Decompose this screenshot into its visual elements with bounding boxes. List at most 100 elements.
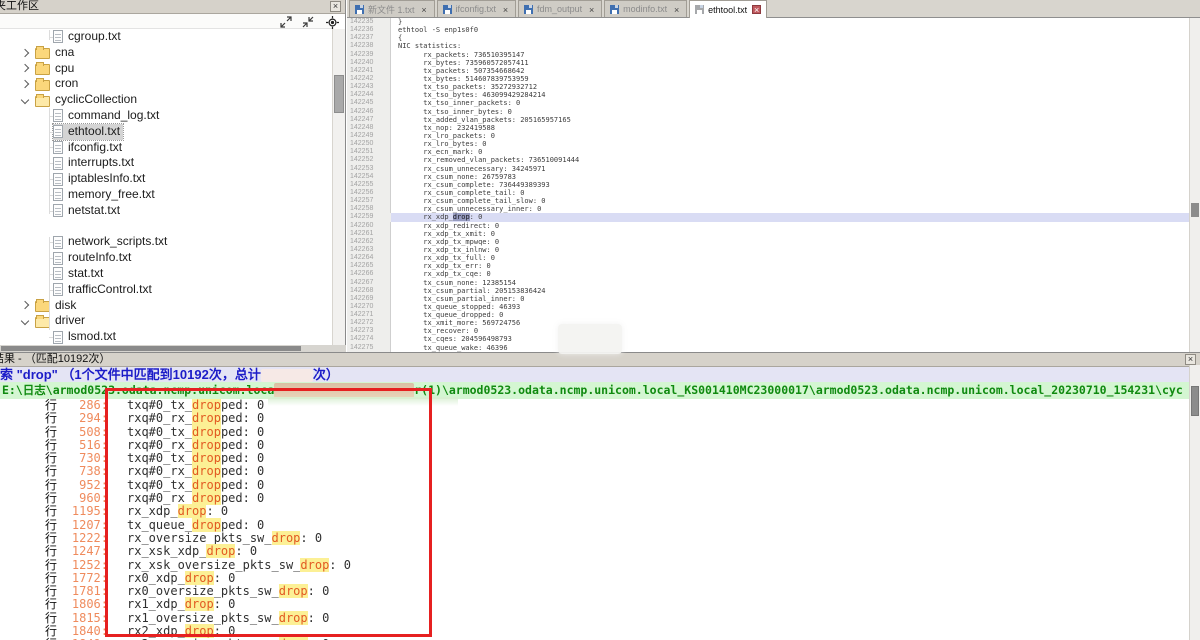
chevron-right-icon[interactable] bbox=[21, 80, 29, 88]
editor-line: 142241 tx_packets: 507354668642 bbox=[347, 67, 1189, 75]
editor-line: 142274 tx_cqes: 204596498793 bbox=[347, 335, 1189, 343]
editor-tab[interactable]: fdm_output × bbox=[518, 0, 602, 17]
chevron-down-icon[interactable] bbox=[21, 96, 29, 104]
tree-item[interactable]: cyclicCollection bbox=[0, 92, 332, 108]
result-row[interactable]: 行 1252: rx_xsk_oversize_pkts_sw_drop: 0 bbox=[0, 559, 1188, 572]
match-highlight: drop bbox=[192, 425, 221, 439]
result-row[interactable]: 行 1247: rx_xsk_xdp_drop: 0 bbox=[0, 545, 1188, 558]
close-icon[interactable]: × bbox=[752, 5, 761, 14]
scrollbar-thumb[interactable] bbox=[334, 75, 344, 113]
tree-item[interactable]: cna bbox=[0, 45, 332, 61]
result-row[interactable]: 行 294: rxq#0_rx_dropped: 0 bbox=[0, 412, 1188, 425]
result-row[interactable]: 行 730: txq#0_tx_dropped: 0 bbox=[0, 452, 1188, 465]
result-row[interactable]: 行 1772: rx0_xdp_drop: 0 bbox=[0, 572, 1188, 585]
editor-line: 142253 rx_csum_unnecessary: 34245971 bbox=[347, 165, 1189, 173]
folder-icon bbox=[35, 317, 50, 328]
scrollbar-thumb[interactable] bbox=[1191, 203, 1199, 217]
result-line-number: 516: bbox=[62, 439, 108, 452]
folder-icon bbox=[35, 301, 50, 312]
editor-tab[interactable]: ethtool.txt × bbox=[689, 0, 767, 18]
line-text: tx_tso_packets: 35272932712 bbox=[391, 83, 537, 91]
line-text: NIC statistics: bbox=[391, 42, 461, 50]
line-text: tx_csum_partial: 205153836424 bbox=[391, 287, 546, 295]
match-highlight: drop bbox=[178, 504, 207, 518]
line-text: rx_bytes: 735960572057411 bbox=[391, 59, 529, 67]
line-text: rx_csum_complete_tail_slow: 0 bbox=[391, 197, 546, 205]
result-row-prefix: 行 bbox=[45, 625, 62, 638]
result-row[interactable]: 行 1840: rx2_xdp_drop: 0 bbox=[0, 625, 1188, 638]
result-row[interactable]: 行 1781: rx0_oversize_pkts_sw_drop: 0 bbox=[0, 585, 1188, 598]
result-row[interactable]: 行 1222: rx_oversize_pkts_sw_drop: 0 bbox=[0, 532, 1188, 545]
tree-horizontal-scrollbar[interactable] bbox=[0, 345, 346, 352]
line-text: tx_tso_bytes: 463099429284214 bbox=[391, 91, 546, 99]
editor-body[interactable]: 142235 } 142236 ethtool -S enp1s0f0 1422… bbox=[347, 18, 1189, 352]
close-icon[interactable]: × bbox=[420, 5, 429, 14]
editor-vertical-scrollbar[interactable] bbox=[1189, 18, 1200, 352]
tree-item-label: netstat.txt bbox=[68, 203, 120, 219]
result-row[interactable]: 行 960: rxq#0_rx_dropped: 0 bbox=[0, 492, 1188, 505]
close-icon[interactable]: × bbox=[587, 5, 596, 14]
line-text: rx_xdp_redirect: 0 bbox=[391, 222, 499, 230]
scrollbar-thumb[interactable] bbox=[1, 346, 301, 351]
scrollbar-thumb[interactable] bbox=[1191, 386, 1199, 416]
tree-item[interactable]: cron bbox=[0, 76, 332, 92]
result-row[interactable]: 行 952: txq#0_tx_dropped: 0 bbox=[0, 479, 1188, 492]
line-text: tx_queue_wake: 46396 bbox=[391, 344, 508, 352]
close-icon[interactable]: × bbox=[330, 1, 341, 12]
result-match-text: rxq#0_rx_dropped: 0 bbox=[127, 492, 264, 505]
editor-tab[interactable]: modinfo.txt × bbox=[604, 0, 687, 17]
result-match-text: rx2_xdp_drop: 0 bbox=[127, 625, 235, 638]
close-icon[interactable]: × bbox=[1185, 354, 1196, 365]
tree-vertical-scrollbar[interactable] bbox=[332, 29, 345, 345]
editor-line: 142246 tx_tso_inner_bytes: 0 bbox=[347, 108, 1189, 116]
result-line-number: 952: bbox=[62, 479, 108, 492]
redaction-blob bbox=[261, 369, 313, 382]
editor-line: 142273 tx_recover: 0 bbox=[347, 327, 1189, 335]
close-icon[interactable]: × bbox=[501, 5, 510, 14]
line-text: { bbox=[391, 34, 402, 42]
editor-line: 142251 rx_ecn_mark: 0 bbox=[347, 148, 1189, 156]
editor-line: 142236 ethtool -S enp1s0f0 bbox=[347, 26, 1189, 34]
result-row[interactable]: 行 1195: rx_xdp_drop: 0 bbox=[0, 505, 1188, 518]
editor-line: 142267 tx_csum_none: 12385154 bbox=[347, 279, 1189, 287]
file-icon bbox=[53, 30, 63, 43]
chevron-right-icon[interactable] bbox=[21, 64, 29, 72]
line-text: tx_recover: 0 bbox=[391, 327, 478, 335]
expand-icon[interactable] bbox=[280, 16, 292, 28]
result-line-number: 508: bbox=[62, 426, 108, 439]
line-number: 142267 bbox=[347, 279, 391, 287]
result-row[interactable]: 行 286: txq#0_tx_dropped: 0 bbox=[0, 399, 1188, 412]
result-row-prefix: 行 bbox=[45, 612, 62, 625]
editor-tab[interactable]: 新文件 1.txt × bbox=[349, 0, 435, 17]
floppy-icon bbox=[695, 5, 704, 14]
collapse-icon[interactable] bbox=[302, 16, 314, 28]
line-number: 142251 bbox=[347, 148, 391, 156]
close-icon[interactable]: × bbox=[672, 5, 681, 14]
result-line-number: 1772: bbox=[62, 572, 108, 585]
tree-item[interactable]: cpu bbox=[0, 61, 332, 77]
floppy-icon bbox=[443, 5, 452, 14]
file-icon bbox=[53, 188, 63, 201]
tree-item[interactable] bbox=[0, 219, 332, 235]
editor-tab[interactable]: ifconfig.txt × bbox=[437, 0, 517, 17]
line-text: tx_csum_none: 12385154 bbox=[391, 279, 516, 287]
editor-line: 142262 rx_xdp_tx_mpwqe: 0 bbox=[347, 238, 1189, 246]
locate-icon[interactable] bbox=[326, 16, 339, 29]
result-row[interactable]: 行 1806: rx1_xdp_drop: 0 bbox=[0, 598, 1188, 611]
result-file-path[interactable]: E:\日志\armod0523.odata.ncmp.unicom.locar(… bbox=[0, 382, 1200, 399]
result-row[interactable]: 行 516: rxq#0_rx_dropped: 0 bbox=[0, 439, 1188, 452]
chevron-down-icon[interactable] bbox=[21, 317, 29, 325]
result-row[interactable]: 行 1815: rx1_oversize_pkts_sw_drop: 0 bbox=[0, 612, 1188, 625]
result-row[interactable]: 行 738: rxq#0_rx_dropped: 0 bbox=[0, 465, 1188, 478]
chevron-right-icon[interactable] bbox=[21, 48, 29, 56]
tree-item[interactable]: lsmod.txt bbox=[0, 329, 332, 345]
line-text: tx_added_vlan_packets: 205165957165 bbox=[391, 116, 571, 124]
result-row[interactable]: 行 508: txq#0_tx_dropped: 0 bbox=[0, 426, 1188, 439]
line-number: 142255 bbox=[347, 181, 391, 189]
result-row[interactable]: 行 1207: tx_queue_dropped: 0 bbox=[0, 519, 1188, 532]
line-text: tx_csum_partial_inner: 0 bbox=[391, 295, 524, 303]
file-icon bbox=[53, 141, 63, 154]
results-vertical-scrollbar[interactable] bbox=[1189, 365, 1200, 640]
chevron-right-icon[interactable] bbox=[21, 301, 29, 309]
result-row-prefix: 行 bbox=[45, 412, 62, 425]
